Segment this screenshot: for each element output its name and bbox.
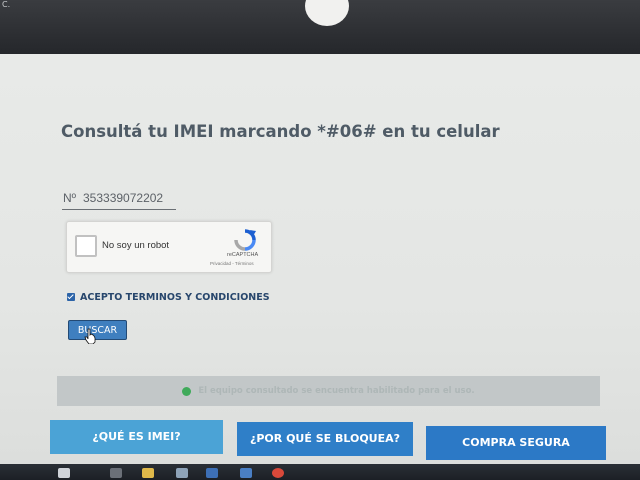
status-message: El equipo consultado se encuentra habili… [57, 376, 600, 406]
edge-icon[interactable] [240, 468, 252, 478]
corner-text: C. [2, 0, 11, 9]
terms-label: ACEPTO TERMINOS Y CONDICIONES [80, 291, 270, 303]
search-icon[interactable] [110, 468, 122, 478]
monitor-bezel: C. [0, 0, 640, 54]
taskbar [0, 464, 640, 480]
windows-icon[interactable] [58, 468, 70, 478]
imei-input[interactable]: 353339072202 [83, 191, 175, 205]
page-content: Consultá tu IMEI marcando *#06# en tu ce… [0, 54, 640, 464]
app-icon[interactable] [206, 468, 218, 478]
terms-checkbox[interactable] [67, 293, 75, 301]
status-text: El equipo consultado se encuentra habili… [198, 386, 475, 396]
recaptcha-label: No soy un robot [102, 240, 170, 251]
recaptcha-logo-icon [234, 229, 256, 251]
safe-purchase-button[interactable]: COMPRA SEGURA [426, 426, 606, 460]
recaptcha-brand: reCAPTCHA [227, 252, 259, 258]
imei-field[interactable]: Nº 353339072202 [62, 191, 176, 210]
check-circle-icon [182, 386, 192, 396]
recaptcha-links[interactable]: Privacidad - Términos [210, 261, 254, 266]
chrome-icon[interactable] [272, 468, 284, 478]
hand-cursor-icon [84, 328, 96, 344]
recaptcha-checkbox[interactable] [75, 235, 97, 257]
recaptcha-widget: No soy un robot reCAPTCHA Privacidad - T… [66, 221, 272, 273]
terms-checkbox-row[interactable]: ACEPTO TERMINOS Y CONDICIONES [67, 291, 270, 303]
page-title: Consultá tu IMEI marcando *#06# en tu ce… [61, 122, 500, 141]
imei-prefix: Nº [63, 191, 77, 205]
why-blocked-button[interactable]: ¿POR QUÉ SE BLOQUEA? [237, 422, 413, 456]
webcam-glare [305, 0, 349, 26]
what-is-imei-button[interactable]: ¿QUÉ ES IMEI? [50, 420, 223, 454]
search-button[interactable]: BUSCAR [68, 320, 127, 340]
file-explorer-icon[interactable] [142, 468, 154, 478]
store-icon[interactable] [176, 468, 188, 478]
